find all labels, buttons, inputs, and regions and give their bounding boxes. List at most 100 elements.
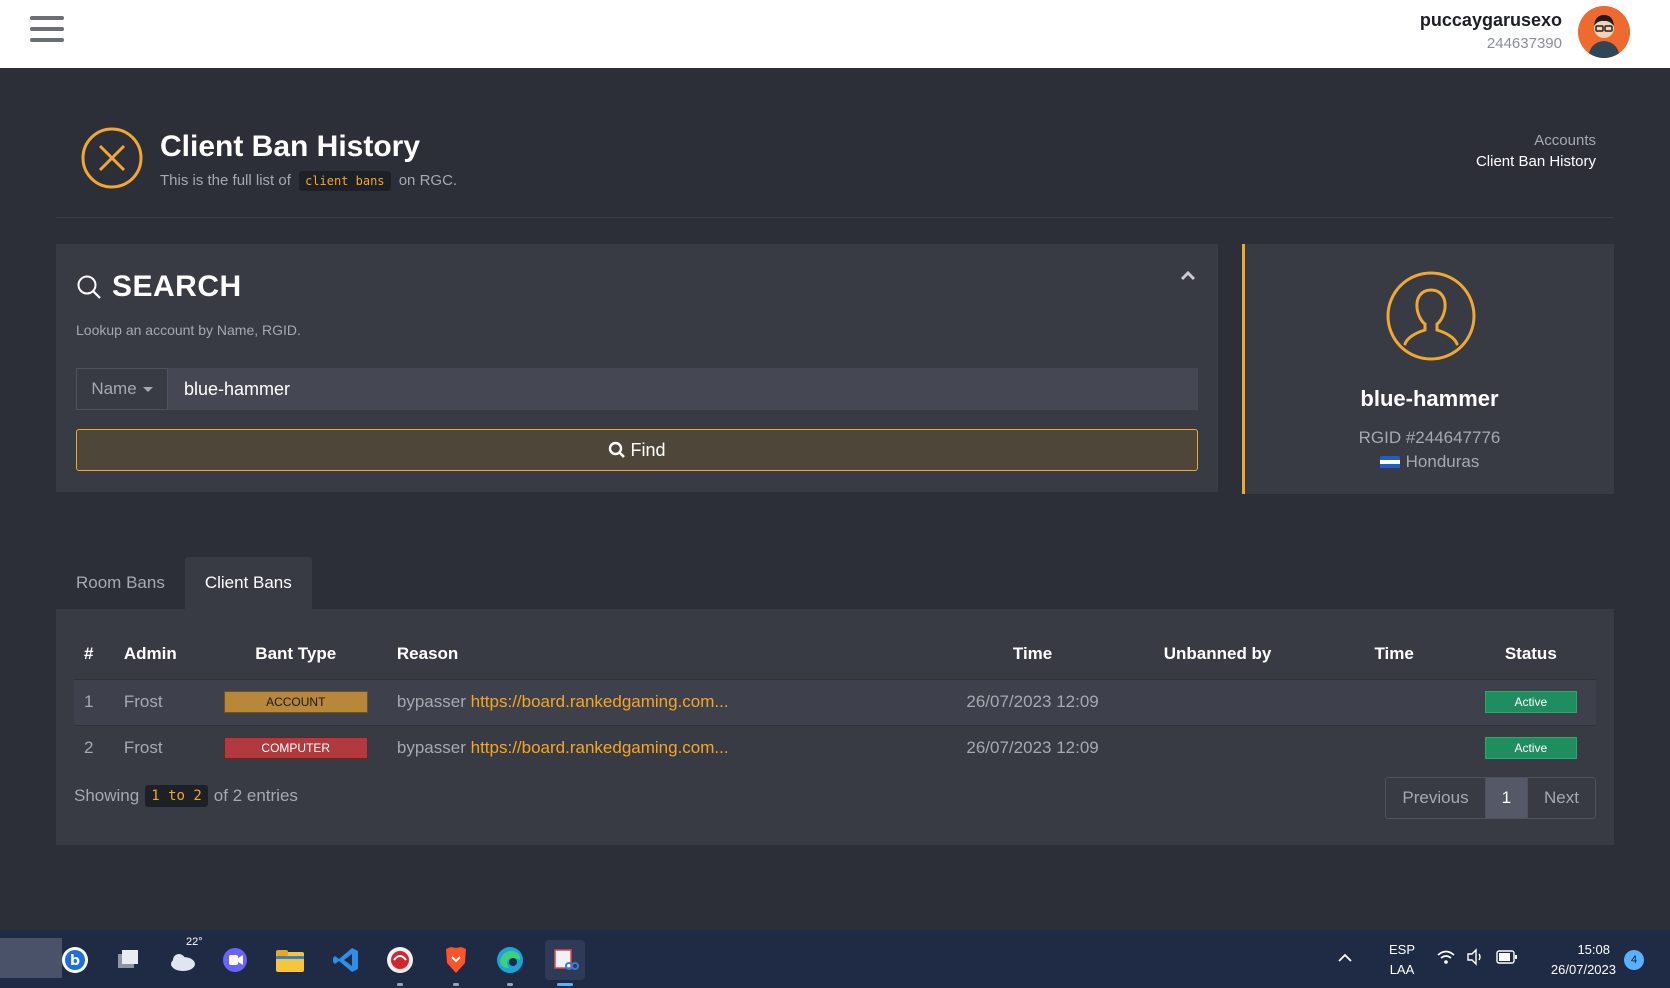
row-reason: bypasser https://board.rankedgaming.com.… [380,724,953,771]
status-badge: Active [1484,737,1577,760]
header-reason[interactable]: Reason [381,629,953,679]
header-unban-time[interactable]: Time [1323,629,1466,679]
row-admin: Frost [111,678,211,725]
table-header-row: # Admin Bant Type Reason Time Unbanned b… [74,629,1596,679]
user-name: puccaygarusexo [1419,10,1562,30]
snipping-tool-icon[interactable] [545,940,585,986]
page-1-button[interactable]: 1 [1484,778,1529,818]
search-input-group: Name blue-hammer [76,368,1198,410]
page-subtitle: This is the full list of client bans on … [160,171,458,191]
showing-range: 1 to 2 [145,785,208,807]
user-info[interactable]: puccaygarusexo 244637390 [1420,10,1562,52]
table-row: 1 Frost ACCOUNT bypasser https://board.r… [74,678,1596,725]
chevron-up-icon[interactable] [1176,264,1200,288]
bans-table: # Admin Bant Type Reason Time Unbanned b… [74,629,1596,771]
close-circle-icon [81,127,143,189]
row-admin: Frost [111,724,211,771]
profile-country: Honduras [1245,452,1614,472]
clock-date[interactable]: 26/07/2023 [1530,962,1616,977]
reason-text: bypasser [396,738,466,758]
weather-temp: 22° [186,936,203,948]
subtitle-code: client bans [299,171,391,191]
header-admin[interactable]: Admin [112,629,211,679]
tab-client-bans[interactable]: Client Bans [184,557,312,609]
taskbar-search-area[interactable] [0,938,62,978]
reason-link[interactable]: https://board.rankedgaming.com... [471,692,729,711]
showing-suffix: of 2 entries [213,786,298,805]
status-badge: Active [1484,691,1577,713]
search-field-select[interactable]: Name [76,368,168,410]
ban-type-badge: ACCOUNT [223,691,368,713]
reason-text: bypasser [396,692,466,711]
breadcrumb-current: Client Ban History [1475,153,1596,170]
row-status: Active [1465,724,1596,771]
weather-icon[interactable]: 22° [162,936,203,980]
user-id: 244637390 [1486,35,1562,52]
taskbar: b 22° ESP LAA 15:08 26/07/2023 [0,930,1670,988]
folder-icon[interactable] [270,940,310,980]
find-button[interactable]: Find [76,429,1198,471]
breadcrumb: Accounts Client Ban History [1476,132,1596,170]
row-status: Active [1465,678,1596,725]
header-ban-type[interactable]: Bant Type [211,629,381,679]
search-title: SEARCH [112,270,242,303]
profile-card: blue-hammer RGID #244647776 Honduras [1242,244,1614,494]
wifi-icon[interactable] [1436,948,1456,966]
row-unbanned-by [1112,678,1323,725]
hamburger-menu-icon[interactable] [30,16,64,44]
page-title: Client Ban History [160,130,421,163]
language-code[interactable]: ESP [1382,942,1422,957]
select-value: Name [91,379,137,398]
header-status[interactable]: Status [1466,629,1596,679]
user-icon [1386,271,1476,361]
svg-text:b: b [70,953,80,969]
next-page-button[interactable]: Next [1528,778,1595,818]
notification-badge[interactable]: 4 [1624,950,1644,970]
search-input[interactable]: blue-hammer [168,368,1198,410]
header-number[interactable]: # [74,629,112,679]
volume-icon[interactable] [1466,948,1484,966]
profile-name: blue-hammer [1360,386,1499,411]
row-number: 1 [74,678,112,725]
brave-icon[interactable] [436,940,476,986]
breadcrumb-accounts[interactable]: Accounts [1476,132,1596,149]
chevron-up-icon[interactable] [1337,950,1353,966]
edge-icon[interactable] [490,940,530,986]
row-unban-time [1322,678,1466,725]
search-icon [77,275,101,299]
profile-rgid: RGID #244647776 [1358,428,1501,447]
row-unbanned-by [1112,724,1323,771]
find-label: Find [630,439,666,460]
ban-type-badge: COMPUTER [223,737,368,760]
running-indicator [453,983,459,986]
search-hint: Lookup an account by Name, RGID. [76,322,301,338]
search-icon [609,441,626,458]
tab-room-bans[interactable]: Room Bans [56,557,185,609]
header-unbanned-by[interactable]: Unbanned by [1112,629,1322,679]
task-view-icon[interactable] [108,940,148,980]
caret-down-icon [142,386,153,392]
top-bar: puccaygarusexo 244637390 [0,0,1670,68]
vscode-icon[interactable] [326,940,366,980]
rgc-app-icon[interactable] [380,940,420,986]
teams-chat-icon[interactable] [215,940,255,980]
previous-page-button[interactable]: Previous [1386,778,1484,818]
keyboard-layout[interactable]: LAA [1382,962,1422,977]
row-number: 2 [74,724,112,771]
search-panel: SEARCH Lookup an account by Name, RGID. … [56,244,1218,492]
reason-link[interactable]: https://board.rankedgaming.com... [471,738,729,757]
pagination: Previous 1 Next [1385,777,1596,819]
running-indicator [397,983,403,986]
subtitle-suffix: on RGC. [398,172,458,189]
subtitle-prefix: This is the full list of [160,172,291,189]
showing-prefix: Showing [74,786,140,805]
bing-icon[interactable]: b [55,940,95,980]
avatar[interactable] [1578,6,1630,58]
running-indicator [507,983,513,986]
header-time[interactable]: Time [953,629,1113,679]
row-time: 26/07/2023 12:09 [952,724,1113,771]
clock-time[interactable]: 15:08 [1530,942,1610,957]
ban-tabs: Room Bans Client Bans [56,557,312,609]
battery-icon[interactable] [1496,950,1518,964]
table-info: Showing 1 to 2 of 2 entries [74,785,298,807]
